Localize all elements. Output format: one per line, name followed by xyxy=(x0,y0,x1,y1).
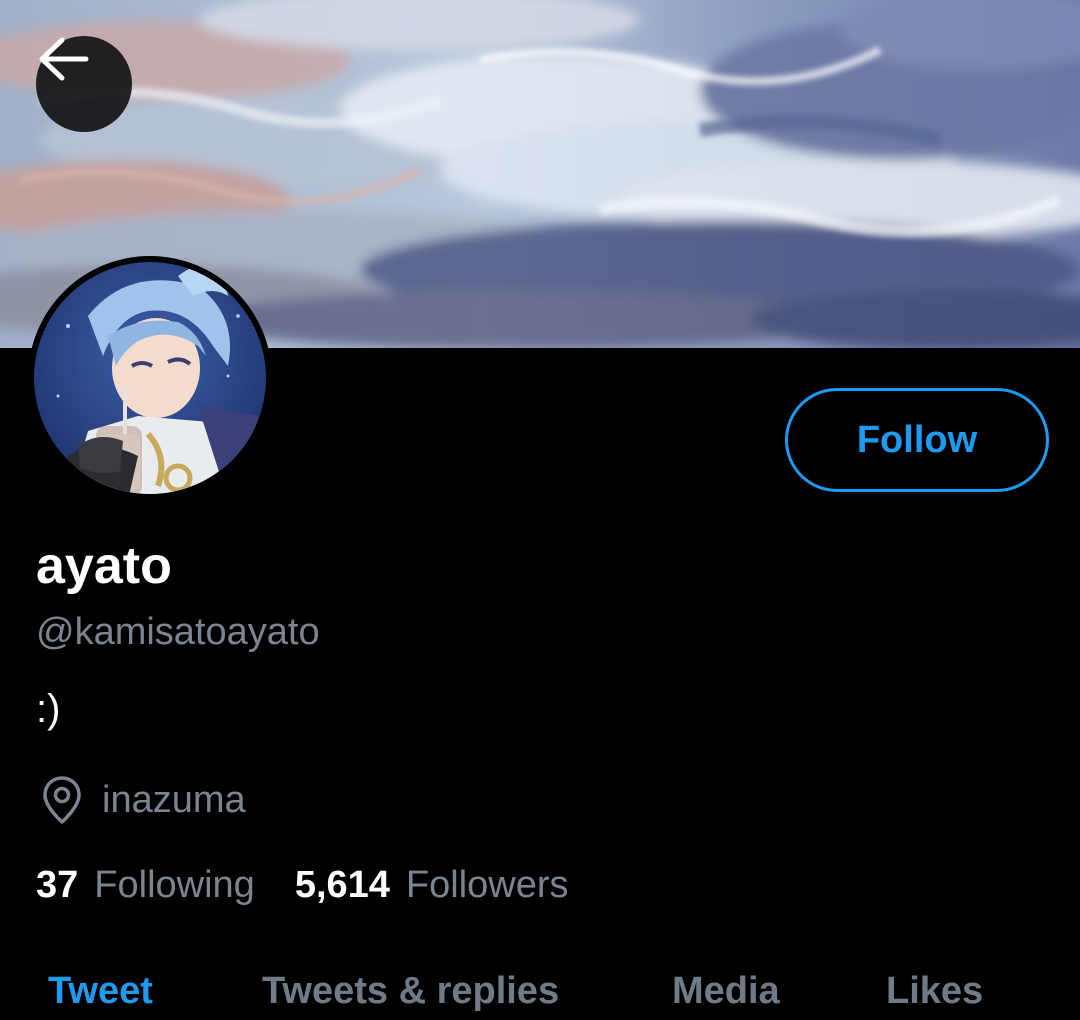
profile-stats: 37 Following 5,614 Followers xyxy=(36,860,569,910)
following-label: Following xyxy=(94,864,255,906)
profile-location: inazuma xyxy=(40,772,246,828)
followers-link[interactable]: 5,614 Followers xyxy=(295,860,569,910)
following-count: 37 xyxy=(36,864,79,906)
profile-avatar[interactable] xyxy=(28,256,272,500)
avatar-image xyxy=(34,262,266,494)
following-link[interactable]: 37 Following xyxy=(36,860,255,910)
location-text: inazuma xyxy=(102,779,246,821)
tab-likes[interactable]: Likes xyxy=(886,962,983,1020)
followers-label: Followers xyxy=(405,864,569,906)
profile-tabs: Tweet Tweets & replies Media Likes xyxy=(0,962,1080,1017)
location-pin-icon xyxy=(43,776,81,824)
followers-count: 5,614 xyxy=(294,864,390,906)
tab-tweet[interactable]: Tweet xyxy=(48,962,153,1020)
tab-tweets-and-replies[interactable]: Tweets & replies xyxy=(262,962,559,1020)
user-handle: @kamisatoayato xyxy=(36,611,320,653)
profile-bio: :) xyxy=(36,687,61,731)
follow-button[interactable]: Follow xyxy=(785,388,1049,492)
back-button[interactable] xyxy=(36,36,132,132)
arrow-left-icon xyxy=(39,37,89,81)
display-name: ayato xyxy=(36,537,172,595)
tab-media[interactable]: Media xyxy=(672,962,780,1020)
